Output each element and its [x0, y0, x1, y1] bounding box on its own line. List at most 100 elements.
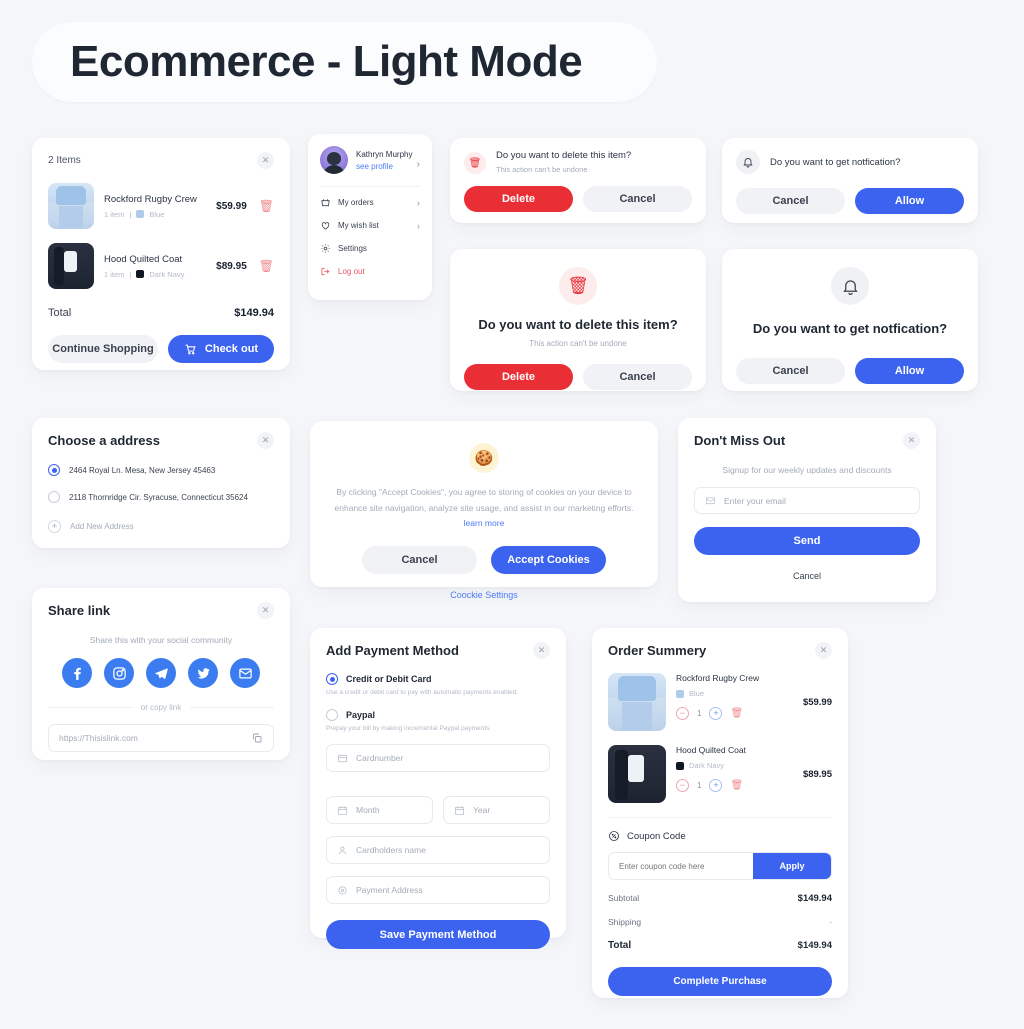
cart-item-name: Hood Quilted Coat	[104, 253, 183, 265]
cancel-button[interactable]: Cancel	[736, 188, 845, 214]
send-button[interactable]: Send	[694, 527, 920, 555]
cancel-button[interactable]: Cancel	[736, 358, 845, 384]
payment-method-paypal[interactable]: Paypal	[326, 709, 550, 721]
chevron-right-icon: ›	[417, 220, 420, 231]
sidebar-item-settings[interactable]: Settings	[320, 237, 420, 260]
instagram-icon[interactable]	[104, 658, 134, 688]
card-icon	[337, 753, 348, 764]
month-placeholder: Month	[356, 805, 380, 815]
delete-modal: 🗑 Do you want to delete this item? This …	[450, 249, 706, 391]
subtotal-row: Subtotal $149.94	[608, 893, 832, 904]
cardnumber-input[interactable]: Cardnumber	[326, 744, 550, 772]
decrease-quantity-button[interactable]: −	[676, 779, 689, 792]
profile-card: Kathryn Murphy see profile › My orders ›…	[308, 134, 432, 300]
coupon-code-input[interactable]	[609, 853, 753, 879]
cancel-button[interactable]: Cancel	[583, 364, 692, 390]
page-title-text: Ecommerce - Light Mode	[70, 37, 583, 86]
close-icon[interactable]: ✕	[257, 432, 274, 449]
radio-icon[interactable]	[326, 673, 338, 685]
copy-icon[interactable]	[251, 732, 263, 744]
cart-item-price: $89.95	[216, 260, 247, 272]
increase-quantity-button[interactable]: +	[709, 707, 723, 720]
newsletter-subtitle: Signup for our weekly updates and discou…	[722, 465, 892, 475]
radio-icon[interactable]	[48, 464, 60, 476]
trash-icon[interactable]: 🗑	[259, 199, 274, 213]
order-item-name: Hood Quilted Coat	[676, 745, 746, 755]
cookie-settings-link[interactable]: Coockie Settings	[334, 590, 634, 600]
close-icon[interactable]: ✕	[257, 152, 274, 169]
trash-icon[interactable]: 🗑	[259, 259, 274, 273]
sidebar-item-label: My wish list	[338, 221, 379, 230]
email-icon[interactable]	[230, 658, 260, 688]
order-item-row: Rockford Rugby Crew Blue − 1 + 🗑 $59.99	[608, 673, 832, 731]
delete-banner: 🗑 Do you want to delete this item? This …	[450, 138, 706, 223]
delete-banner-question: Do you want to delete this item?	[496, 150, 632, 161]
share-link-card: Share link ✕ Share this with your social…	[32, 588, 290, 760]
discount-icon	[609, 831, 619, 841]
see-profile-link[interactable]: see profile	[356, 162, 393, 171]
close-icon[interactable]: ✕	[533, 642, 550, 659]
product-thumbnail	[48, 183, 94, 229]
delete-banner-subtext: This action can't be undone	[496, 165, 588, 174]
sidebar-item-my-orders[interactable]: My orders ›	[320, 191, 420, 214]
trash-icon[interactable]: 🗑	[730, 780, 743, 791]
profile-name: Kathryn Murphy	[356, 149, 413, 159]
twitter-icon[interactable]	[188, 658, 218, 688]
accept-cookies-button[interactable]: Accept Cookies	[491, 546, 606, 575]
address-option-1[interactable]: 2464 Royal Ln. Mesa, New Jersey 45463	[48, 464, 274, 476]
continue-shopping-button[interactable]: Continue Shopping	[48, 335, 158, 363]
cookie-text: By clicking "Accept Cookies", you agree …	[334, 487, 634, 513]
email-field[interactable]: Enter your email	[694, 487, 920, 514]
checkout-label: Check out	[204, 343, 259, 355]
cancel-button[interactable]: Cancel	[583, 186, 692, 212]
add-new-address-button[interactable]: + Add New Address	[48, 520, 274, 533]
payment-method-credit-card[interactable]: Credit or Debit Card	[326, 673, 550, 685]
decrease-quantity-button[interactable]: −	[676, 707, 689, 720]
payment-address-input[interactable]: Payment Address	[326, 876, 550, 904]
address-title: Choose a address	[48, 433, 160, 448]
order-item-row: Hood Quilted Coat Dark Navy − 1 + 🗑 $89.…	[608, 745, 832, 803]
color-swatch	[676, 689, 684, 698]
year-input[interactable]: Year	[443, 796, 550, 824]
close-icon[interactable]: ✕	[903, 432, 920, 449]
telegram-icon[interactable]	[146, 658, 176, 688]
close-icon[interactable]: ✕	[815, 642, 832, 659]
chevron-right-icon[interactable]: ›	[417, 159, 420, 170]
facebook-icon[interactable]	[62, 658, 92, 688]
cart-item-name: Rockford Rugby Crew	[104, 193, 197, 205]
cardholder-name-input[interactable]: Cardholders name	[326, 836, 550, 864]
shipping-row: Shipping -	[608, 917, 832, 927]
address-option-2[interactable]: 2118 Thornridge Cir. Syracuse, Connectic…	[48, 491, 274, 503]
calendar-icon	[337, 805, 348, 816]
complete-purchase-button[interactable]: Complete Purchase	[608, 967, 832, 996]
order-total-value: $149.94	[797, 940, 832, 951]
cardholder-placeholder: Cardholders name	[356, 845, 426, 855]
share-link-input[interactable]: https://Thisislink.com	[48, 724, 274, 752]
save-payment-method-button[interactable]: Save Payment Method	[326, 920, 550, 949]
coupon-code-label-row: Coupon Code	[608, 830, 832, 842]
allow-button[interactable]: Allow	[855, 358, 964, 384]
delete-button[interactable]: Delete	[464, 364, 573, 390]
sidebar-item-my-wish-list[interactable]: My wish list ›	[320, 214, 420, 237]
increase-quantity-button[interactable]: +	[709, 779, 723, 792]
payment-method-label: Paypal	[346, 710, 376, 720]
trash-icon: 🗑	[559, 267, 597, 305]
address-card: Choose a address ✕ 2464 Royal Ln. Mesa, …	[32, 418, 290, 548]
close-icon[interactable]: ✕	[257, 602, 274, 619]
apply-coupon-button[interactable]: Apply	[753, 853, 831, 879]
cart-total-value: $149.94	[234, 307, 274, 319]
radio-icon[interactable]	[326, 709, 338, 721]
cancel-button[interactable]: Cancel	[362, 546, 477, 575]
sidebar-item-log-out[interactable]: Log out	[320, 260, 420, 283]
trash-icon[interactable]: 🗑	[730, 708, 743, 719]
learn-more-link[interactable]: learn more	[464, 518, 505, 528]
cancel-button[interactable]: Cancel	[694, 571, 920, 581]
cart-total-row: Total $149.94	[48, 307, 274, 319]
checkout-button[interactable]: Check out	[168, 335, 274, 363]
radio-icon[interactable]	[48, 491, 60, 503]
delete-button[interactable]: Delete	[464, 186, 573, 212]
bell-icon	[736, 150, 760, 174]
month-input[interactable]: Month	[326, 796, 433, 824]
allow-button[interactable]: Allow	[855, 188, 964, 214]
delete-modal-subtext: This action can't be undone	[529, 339, 627, 348]
